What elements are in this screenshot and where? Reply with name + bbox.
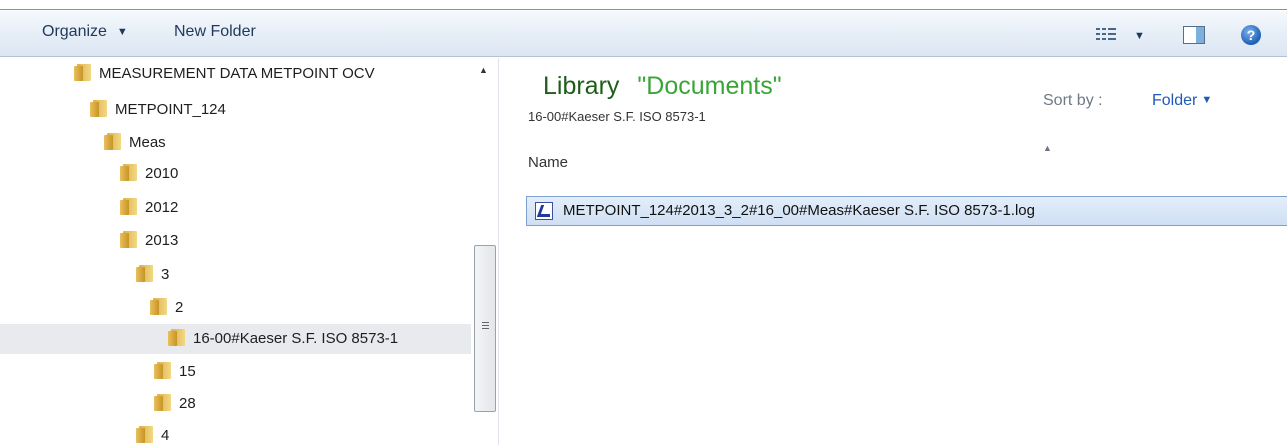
tree-item-label: 15 <box>179 363 196 380</box>
tree-item-label: 16-00#Kaeser S.F. ISO 8573-1 <box>193 330 399 347</box>
column-header-name[interactable]: Name <box>528 154 568 171</box>
tree-item-label: 28 <box>179 395 196 412</box>
tree-item-3[interactable]: 3 <box>136 260 169 290</box>
view-options-chevron-down-icon[interactable]: ▼ <box>1134 30 1145 42</box>
file-name: METPOINT_124#2013_3_2#16_00#Meas#Kaeser … <box>563 202 1035 219</box>
folder-icon <box>136 265 153 282</box>
grip-icon <box>482 322 489 331</box>
tree-item-label: 3 <box>161 266 170 283</box>
tree-item-4[interactable]: 4 <box>136 421 169 445</box>
folder-icon <box>168 329 185 346</box>
tree-item-16-00-kaeser[interactable]: 16-00#Kaeser S.F. ISO 8573-1 <box>0 324 471 354</box>
tree-item-15[interactable]: 15 <box>154 357 196 387</box>
folder-icon <box>120 164 137 181</box>
scroll-up-arrow-icon[interactable]: ▲ <box>479 65 488 75</box>
file-list-item[interactable]: METPOINT_124#2013_3_2#16_00#Meas#Kaeser … <box>526 196 1287 226</box>
library-label: Library <box>543 72 620 100</box>
tree-item-label: MEASUREMENT DATA METPOINT OCV <box>99 65 375 82</box>
preview-pane-icon[interactable] <box>1183 26 1205 44</box>
organize-button[interactable]: Organize ▼ <box>42 23 128 41</box>
tree-item-label: Meas <box>129 134 166 151</box>
tree-item-label: 2 <box>175 299 184 316</box>
log-file-icon <box>535 202 553 220</box>
chevron-down-icon: ▼ <box>1201 94 1213 106</box>
tree-item-28[interactable]: 28 <box>154 389 196 419</box>
tree-item-label: 2010 <box>145 165 179 182</box>
chevron-down-icon: ▼ <box>116 26 128 38</box>
folder-icon <box>90 100 107 117</box>
folder-icon <box>136 426 153 443</box>
tree-item-label: METPOINT_124 <box>115 101 226 118</box>
help-icon[interactable]: ? <box>1241 25 1261 45</box>
tree-item-metpoint-124[interactable]: METPOINT_124 <box>90 95 226 125</box>
sort-by-value: Folder <box>1152 92 1198 109</box>
scrollbar-thumb[interactable] <box>474 245 496 412</box>
library-title: Library "Documents" <box>543 72 782 101</box>
command-bar: Organize ▼ New Folder ▼ ? <box>0 11 1287 57</box>
tree-item-meas[interactable]: Meas <box>104 128 166 158</box>
folder-icon <box>154 394 171 411</box>
folder-icon <box>120 231 137 248</box>
organize-label: Organize <box>42 23 107 40</box>
folder-icon <box>150 298 167 315</box>
tree-item-2[interactable]: 2 <box>150 293 183 323</box>
folder-icon <box>104 133 121 150</box>
folder-icon <box>120 198 137 215</box>
tree-item-label: 2012 <box>145 199 179 216</box>
tree-item-2010[interactable]: 2010 <box>120 159 178 189</box>
tree-item-2012[interactable]: 2012 <box>120 193 178 223</box>
sort-by-dropdown[interactable]: Folder ▼ <box>1152 92 1212 110</box>
library-subtitle: 16-00#Kaeser S.F. ISO 8573-1 <box>528 109 706 124</box>
new-folder-button[interactable]: New Folder <box>174 23 256 41</box>
view-options-icon[interactable] <box>1096 28 1118 42</box>
navigation-pane: MEASUREMENT DATA METPOINT OCV METPOINT_1… <box>0 58 498 445</box>
tree-item-measurement-data[interactable]: MEASUREMENT DATA METPOINT OCV <box>74 59 375 89</box>
sort-ascending-icon: ▲ <box>1043 143 1052 153</box>
sort-by-label: Sort by : <box>1043 92 1103 109</box>
folder-icon <box>74 64 91 81</box>
window-top-border <box>0 0 1287 10</box>
tree-item-2013[interactable]: 2013 <box>120 226 178 256</box>
pane-divider[interactable] <box>498 58 499 445</box>
library-name: "Documents" <box>637 72 782 100</box>
folder-icon <box>154 362 171 379</box>
tree-item-label: 4 <box>161 427 170 444</box>
tree-item-label: 2013 <box>145 232 179 249</box>
